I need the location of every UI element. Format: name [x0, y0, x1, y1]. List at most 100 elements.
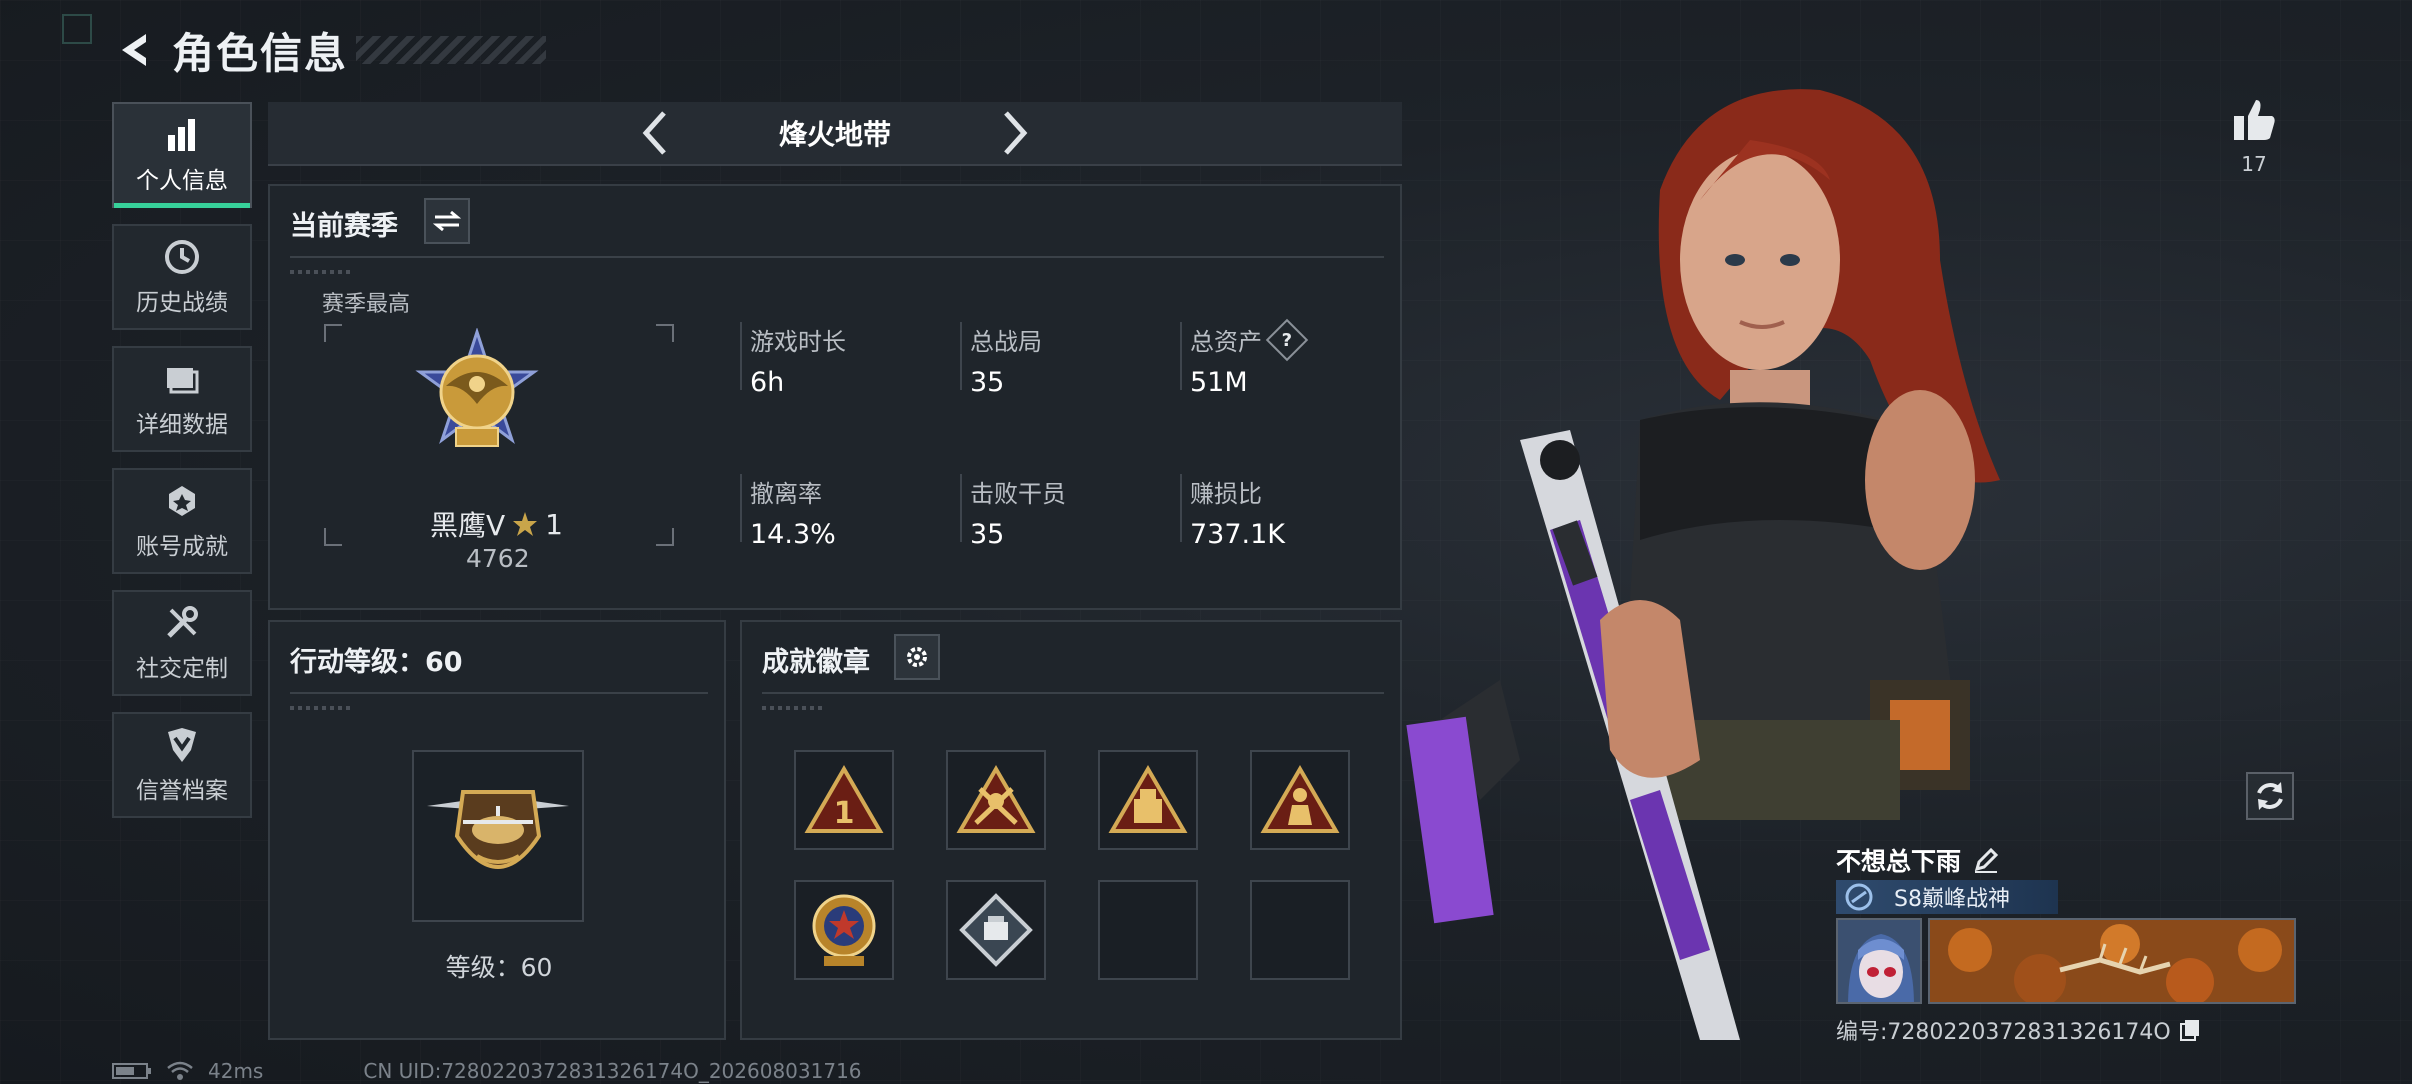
help-button[interactable]: ?: [1265, 318, 1309, 361]
sidebar-item-history[interactable]: 历史战绩: [112, 224, 252, 330]
banner-image: [1930, 920, 2294, 1002]
player-id-row: 编号:7280220372831326174O: [1836, 1014, 2296, 1046]
soldier-badge-icon: [1260, 765, 1340, 833]
sidebar-item-personal-info[interactable]: 个人信息: [112, 102, 252, 208]
sidebar-item-label: 历史战绩: [136, 290, 228, 316]
star-medal-badge-icon: [812, 894, 876, 966]
achievement-slot[interactable]: [946, 880, 1046, 980]
achievement-slot[interactable]: [1250, 750, 1350, 850]
history-clock-icon: [162, 237, 202, 277]
refresh-button[interactable]: [2246, 772, 2294, 820]
like-button[interactable]: 17: [2222, 96, 2286, 176]
title-emblem-icon: [1845, 883, 1873, 911]
thumbs-up-icon: [2234, 100, 2275, 140]
sidebar-item-label: 个人信息: [136, 168, 228, 194]
achievement-slot[interactable]: [1098, 750, 1198, 850]
page-header: 角色信息: [112, 22, 547, 78]
swap-icon: [433, 210, 461, 232]
stat-extraction-rate: 撤离率 14.3%: [740, 474, 836, 550]
stat-value: 737.1K: [1190, 519, 1286, 550]
stat-play-time: 游戏时长 6h: [740, 322, 846, 398]
sidebar-item-credit[interactable]: 信誉档案: [112, 712, 252, 818]
sidebar-item-detailed-data[interactable]: 详细数据: [112, 346, 252, 452]
achievement-slot[interactable]: [794, 880, 894, 980]
stat-label: 赚损比: [1190, 480, 1262, 508]
mode-title: 烽火地带: [778, 118, 891, 151]
edit-icon[interactable]: [1973, 847, 1999, 873]
player-card: 不想总下雨 S8巅峰战神 编号:7280220372831326174O: [1836, 840, 2296, 1046]
mode-selector: 烽火地带: [268, 102, 1402, 166]
sidebar-item-label: 信誉档案: [136, 778, 228, 804]
divider: [290, 256, 1384, 258]
achievement-slot[interactable]: 1: [794, 750, 894, 850]
divider: [762, 692, 1384, 694]
season-title: 当前赛季: [290, 211, 398, 242]
season-panel: 当前赛季 赛季最高 黑鹰V 1 4762 游戏时长 6h 总战局 35 总资产 …: [268, 184, 1402, 610]
svg-text:1: 1: [834, 796, 855, 831]
rank-stars: 1: [545, 507, 563, 541]
stat-label: 总资产: [1190, 328, 1262, 356]
frame-corner: [324, 324, 342, 342]
stat-operators-defeated: 击败干员 35: [960, 474, 1066, 550]
divider: [290, 692, 708, 694]
level-panel: 行动等级：60 等级：60: [268, 620, 726, 1040]
copy-icon[interactable]: [2179, 1018, 2201, 1042]
crossed-swords-badge-icon: [956, 765, 1036, 833]
chevron-left-icon: [642, 111, 666, 155]
stat-label-row: 总资产 ?: [1190, 318, 1309, 361]
sidebar-item-label: 社交定制: [136, 656, 228, 682]
wifi-icon: [167, 1061, 193, 1080]
level-badge: [412, 750, 584, 922]
uid-text: CN UID:7280220372831326174O_202608031716: [363, 1059, 862, 1083]
mode-prev-button[interactable]: [625, 103, 685, 163]
stat-value: 51M: [1190, 367, 1248, 398]
level-text: 等级：60: [445, 953, 553, 982]
diamond-crate-badge-icon: [959, 893, 1033, 967]
rank-name-text: 黑鹰V: [430, 509, 506, 542]
avatar[interactable]: [1836, 918, 1922, 1004]
folder-icon: [162, 359, 202, 399]
player-title-row: S8巅峰战神: [1836, 880, 2058, 914]
dots-decoration: [290, 706, 350, 710]
mode-next-button[interactable]: [985, 103, 1045, 163]
player-banner-row: [1836, 918, 2296, 1006]
achievement-icon: [162, 481, 202, 521]
crate-badge-icon: [1108, 765, 1188, 833]
achievements-panel: 成就徽章 1: [740, 620, 1402, 1040]
page-title: 角色信息: [172, 28, 349, 78]
star-icon: [513, 512, 538, 536]
player-banner[interactable]: [1928, 918, 2296, 1004]
player-name-row: 不想总下雨: [1836, 840, 2296, 880]
sidebar-item-achievements[interactable]: 账号成就: [112, 468, 252, 574]
like-count: 17: [2241, 152, 2267, 176]
tools-icon: [162, 603, 202, 643]
achievements-settings-button[interactable]: [894, 634, 940, 680]
stat-value: 35: [970, 519, 1005, 550]
rank-medal-icon: [415, 328, 539, 447]
rank-score: 4762: [466, 544, 530, 573]
sidebar: 个人信息 历史战绩 详细数据 账号成就 社交定制 信誉档案: [112, 102, 252, 834]
frame-corner: [656, 324, 674, 342]
frame-corner: [656, 528, 674, 546]
refresh-icon: [2257, 782, 2283, 810]
achievements-title: 成就徽章: [762, 647, 870, 678]
gear-icon: [907, 647, 927, 667]
stat-label: 总战局: [970, 328, 1042, 356]
achievement-slot-empty[interactable]: [1250, 880, 1350, 980]
achievement-slot-empty[interactable]: [1098, 880, 1198, 980]
back-button[interactable]: [112, 26, 160, 74]
ping-text: 42ms: [208, 1059, 264, 1083]
dots-decoration: [762, 706, 822, 710]
help-icon: ?: [1281, 328, 1293, 350]
stat-label: 游戏时长: [750, 328, 846, 356]
sidebar-item-label: 账号成就: [136, 534, 228, 560]
season-switch-button[interactable]: [424, 198, 470, 244]
rank-name: 黑鹰V 1: [430, 504, 563, 544]
sidebar-item-social[interactable]: 社交定制: [112, 590, 252, 696]
stat-value: 6h: [750, 367, 785, 398]
achievement-slot[interactable]: [946, 750, 1046, 850]
stat-label: 击败干员: [970, 480, 1066, 508]
player-name: 不想总下雨: [1836, 847, 1962, 876]
chevron-right-icon: [1004, 111, 1028, 155]
stat-value: 35: [970, 367, 1005, 398]
